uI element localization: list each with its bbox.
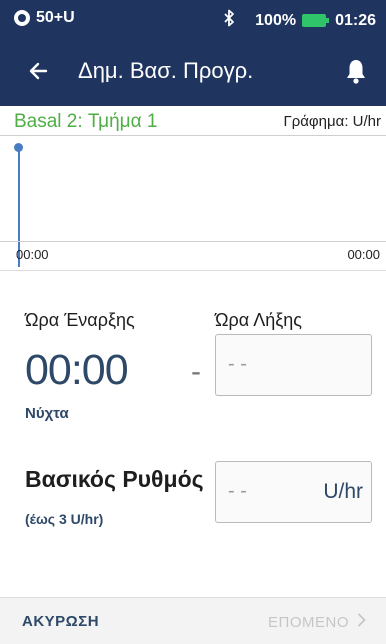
graph-segment-start-point (14, 143, 23, 152)
graph-unit-label: Γράφημα: U/hr (283, 113, 381, 130)
next-button[interactable]: ΕΠΟΜΕΝΟ (268, 613, 366, 632)
status-right: 100% 01:26 (223, 9, 376, 32)
status-bar: 50+U 100% 01:26 (0, 0, 386, 38)
pod-status: 50+U (14, 9, 75, 27)
time-separator: - (191, 355, 201, 388)
battery-percent: 100% (255, 11, 297, 29)
basal-rate-field[interactable]: - - U/hr (215, 461, 372, 523)
clock: 01:26 (335, 11, 376, 29)
basal-rate-label: Βασικός Ρυθμός (25, 466, 204, 492)
end-time-placeholder: - - (228, 353, 247, 375)
bluetooth-icon (223, 9, 235, 32)
battery-icon (302, 14, 330, 27)
period-label: Νύχτα (25, 405, 69, 422)
next-button-label: ΕΠΟΜΕΝΟ (267, 614, 349, 631)
basal-graph: 00:00 00:00 (0, 137, 386, 270)
end-time-field[interactable]: - - (215, 334, 372, 396)
segment-bar: Basal 2: Τμήμα 1 Γράφημα: U/hr (0, 106, 386, 136)
start-time-label: Ώρα Έναρξης (25, 310, 135, 330)
footer-bar: ΑΚΥΡΩΣΗ ΕΠΟΜΕΝΟ (0, 597, 386, 644)
cancel-button[interactable]: ΑΚΥΡΩΣΗ (22, 613, 99, 630)
chevron-right-icon (357, 613, 366, 632)
divider (0, 270, 386, 271)
page-title: Δημ. Βασ. Προγρ. (78, 58, 254, 83)
graph-baseline (0, 241, 386, 242)
segment-title: Basal 2: Τμήμα 1 (14, 111, 158, 132)
back-arrow-icon[interactable] (24, 56, 54, 86)
pod-label: 50+U (36, 9, 75, 26)
basal-rate-placeholder: - - (228, 480, 247, 502)
end-time-label: Ώρα Λήξης (215, 310, 302, 330)
app-header: Δημ. Βασ. Προγρ. (0, 38, 386, 106)
graph-tick-start: 00:00 (16, 247, 49, 262)
basal-rate-unit: U/hr (323, 480, 363, 503)
bell-icon[interactable] (344, 57, 368, 85)
pod-icon (14, 10, 30, 26)
start-time-value: 00:00 (25, 346, 129, 394)
graph-tick-end: 00:00 (347, 247, 380, 262)
basal-rate-hint: (έως 3 U/hr) (25, 511, 104, 527)
